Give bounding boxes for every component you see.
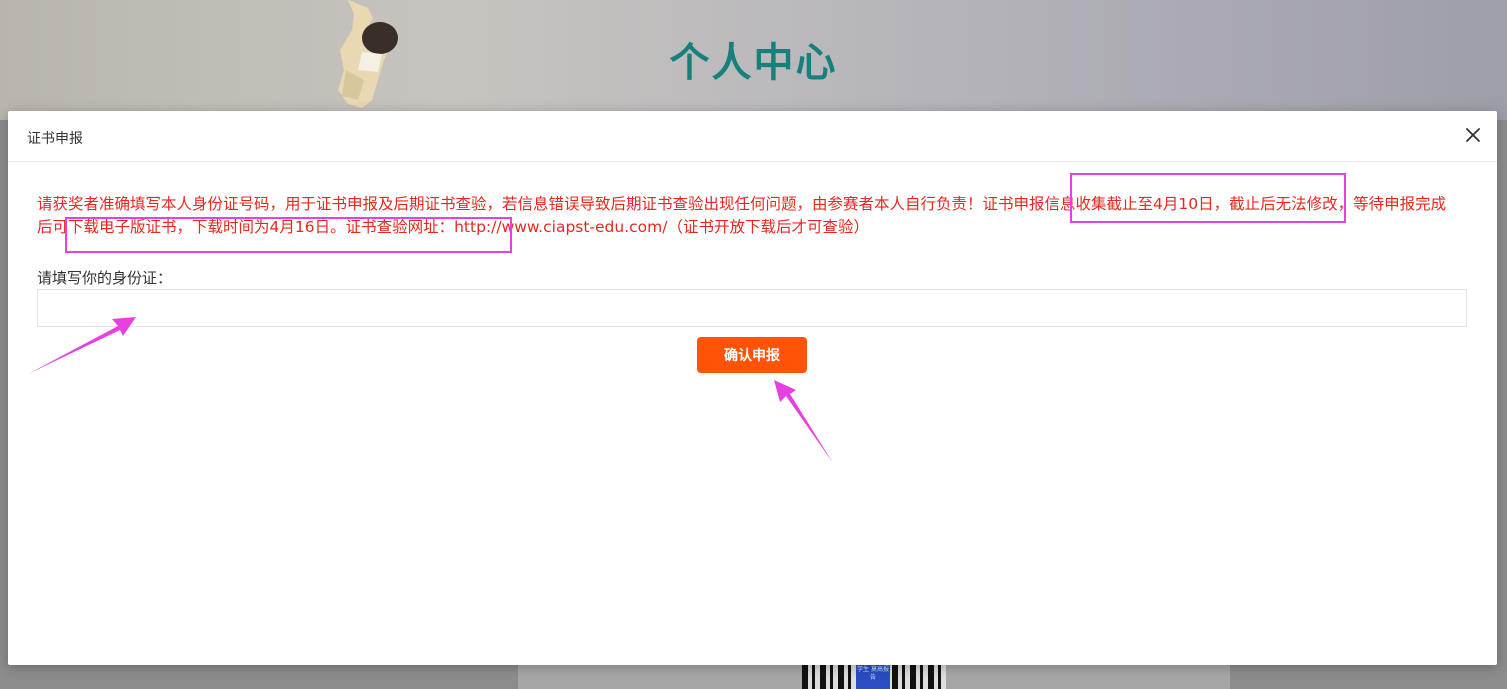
dialog-title: 证书申报 [27, 131, 83, 147]
close-icon[interactable] [1463, 125, 1483, 145]
id-card-label: 请填写你的身份证： [37, 269, 173, 287]
qr-badge-label: 学生 莫高报告 [856, 664, 890, 689]
id-card-input[interactable] [37, 289, 1467, 327]
notice-text: 请获奖者准确填写本人身份证号码，用于证书申报及后期证书查验，若信息错误导致后期证… [37, 193, 1457, 239]
notice-deadline-highlight: 证书申报信息收集截止至4月10日， [982, 195, 1230, 213]
notice-part-2: 截止后无法修改， [1229, 195, 1354, 213]
notice-part-3: 证书查验网址：http://www.ciapst-edu.com/（证书开放下载… [345, 218, 869, 236]
dialog-header: 证书申报 [8, 111, 1497, 162]
confirm-apply-button[interactable]: 确认申报 [697, 337, 807, 373]
notice-part-1: 请获奖者准确填写本人身份证号码，用于证书申报及后期证书查验，若信息错误导致后期证… [37, 195, 983, 213]
certificate-application-dialog: 证书申报 请获奖者准确填写本人身份证号码，用于证书申报及后期证书查验，若信息错误… [8, 111, 1497, 665]
page-title: 个人中心 [669, 40, 838, 86]
